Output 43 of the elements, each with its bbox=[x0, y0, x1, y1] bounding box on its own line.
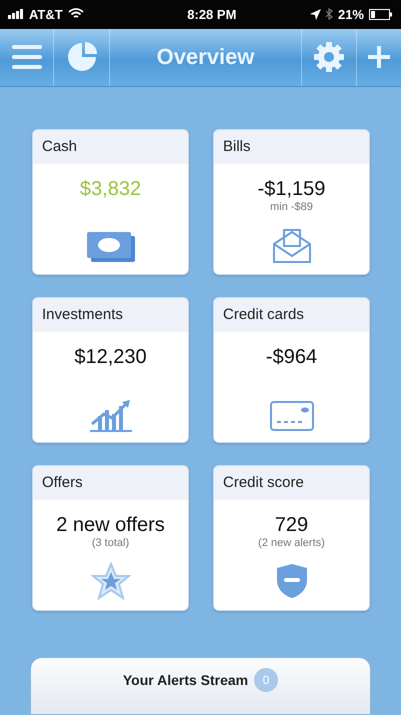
card-amount: 2 new offers bbox=[56, 514, 165, 537]
card-note: min -$89 bbox=[270, 200, 313, 213]
location-arrow-icon bbox=[310, 8, 321, 20]
card-title: Credit cards bbox=[223, 306, 304, 324]
summary-card[interactable]: Investments $12,230 bbox=[32, 296, 189, 443]
alerts-stream-button[interactable]: Your Alerts Stream 0 bbox=[30, 656, 371, 715]
battery-percent: 21% bbox=[338, 6, 364, 22]
card-title: Credit score bbox=[223, 474, 304, 492]
card-amount: $12,230 bbox=[74, 346, 147, 369]
signal-icon bbox=[8, 9, 24, 20]
carrier-name: AT&T bbox=[29, 6, 63, 22]
summary-card[interactable]: Credit cards -$964 bbox=[213, 296, 370, 443]
pie-chart-icon bbox=[66, 41, 98, 74]
star-icon bbox=[90, 562, 130, 600]
card-title: Offers bbox=[42, 474, 83, 492]
battery-icon bbox=[369, 8, 393, 20]
card-amount: $3,832 bbox=[80, 178, 142, 201]
credit-card-icon bbox=[268, 400, 314, 432]
summary-card[interactable]: Bills -$1,159 min -$89 bbox=[213, 128, 370, 275]
summary-card[interactable]: Offers 2 new offers (3 total) bbox=[32, 464, 189, 611]
card-amount: -$1,159 bbox=[258, 178, 326, 201]
plus-icon bbox=[368, 46, 390, 68]
card-note: (2 new alerts) bbox=[258, 536, 325, 549]
wifi-icon bbox=[68, 8, 84, 20]
alert-count: 0 bbox=[254, 668, 278, 692]
settings-button[interactable] bbox=[301, 28, 357, 86]
card-amount: -$964 bbox=[266, 346, 318, 369]
chart-icon bbox=[88, 398, 134, 432]
clock-time: 8:28 PM bbox=[187, 6, 236, 22]
card-amount: 729 bbox=[274, 514, 308, 537]
menu-icon bbox=[12, 45, 42, 70]
bluetooth-icon bbox=[326, 8, 333, 20]
summary-card[interactable]: Cash $3,832 bbox=[32, 128, 189, 275]
shield-icon bbox=[274, 562, 308, 600]
banknote-icon bbox=[84, 230, 136, 264]
card-note: (3 total) bbox=[92, 536, 130, 549]
envelope-icon bbox=[272, 228, 312, 264]
summary-card[interactable]: Credit score 729 (2 new alerts) bbox=[213, 464, 370, 611]
card-title: Investments bbox=[42, 306, 123, 324]
card-title: Cash bbox=[42, 138, 78, 156]
card-title: Bills bbox=[223, 138, 251, 156]
screen-title: Overview bbox=[156, 44, 254, 70]
settings-icon bbox=[313, 41, 345, 74]
